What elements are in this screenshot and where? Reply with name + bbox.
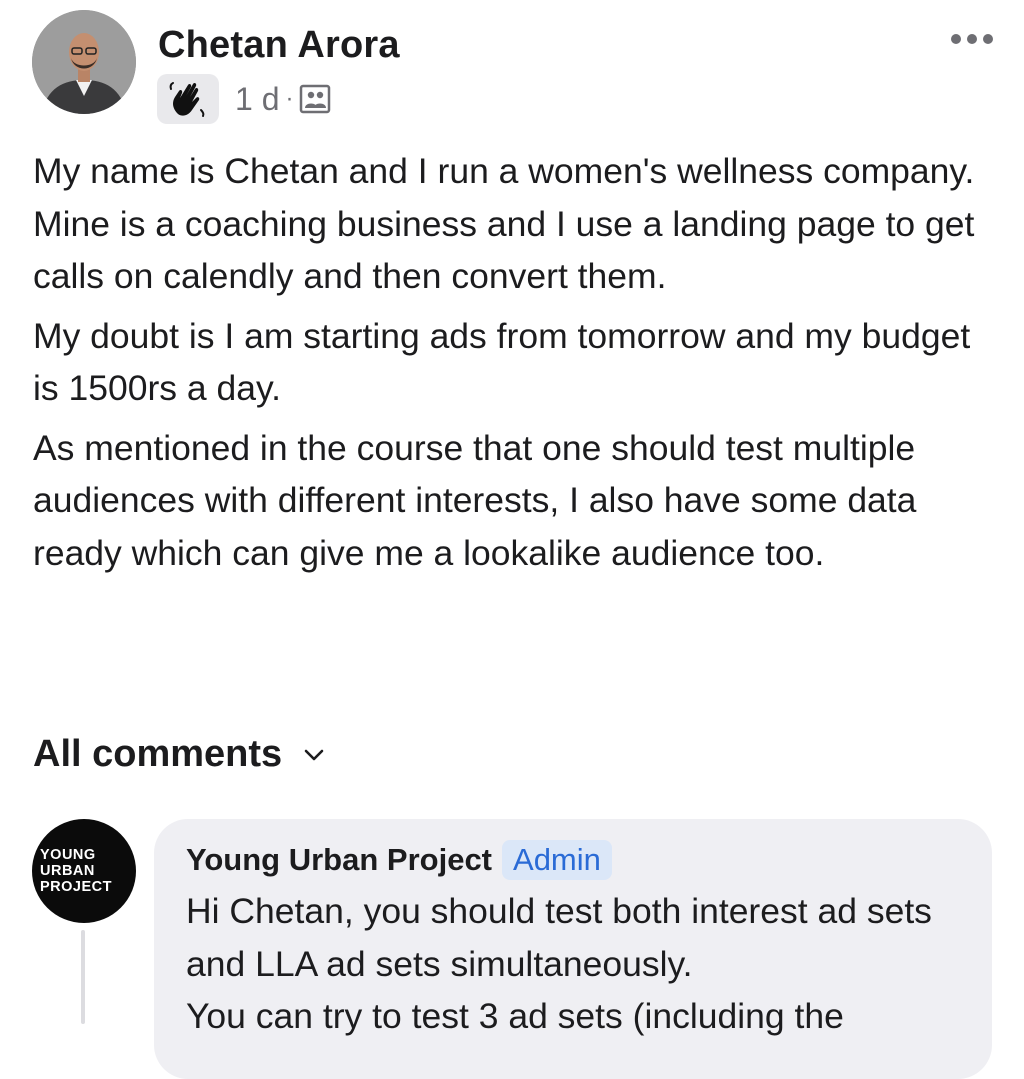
comment-header: Young Urban Project Admin xyxy=(186,840,612,880)
comment-line: Hi Chetan, you should test both interest… xyxy=(186,891,932,984)
avatar-logo-text: PROJECT xyxy=(40,879,112,895)
meta-separator: · xyxy=(285,85,294,112)
commenter-avatar[interactable]: YOUNG URBAN PROJECT xyxy=(32,819,136,923)
member-badge[interactable] xyxy=(157,74,219,124)
author-avatar[interactable] xyxy=(32,10,136,114)
avatar-logo-text: URBAN xyxy=(40,863,95,879)
more-dots-icon xyxy=(951,34,993,44)
post-paragraph: As mentioned in the course that one shou… xyxy=(33,427,917,573)
post-paragraph: My doubt is I am starting ads from tomor… xyxy=(33,315,971,409)
admin-badge: Admin xyxy=(502,840,612,880)
chevron-down-icon xyxy=(304,748,324,762)
post-paragraph: My name is Chetan and I run a women's we… xyxy=(33,151,975,296)
commenter-name[interactable]: Young Urban Project xyxy=(186,842,492,878)
group-members-icon xyxy=(299,84,331,114)
avatar-logo-text: YOUNG xyxy=(40,847,96,863)
thread-line xyxy=(81,930,85,1024)
more-options-button[interactable] xyxy=(946,26,998,52)
comments-sort-toggle[interactable]: All comments xyxy=(33,733,324,776)
waving-hand-icon xyxy=(169,82,205,117)
post-body: My name is Chetan and I run a women's we… xyxy=(33,145,1003,586)
post-author-name[interactable]: Chetan Arora xyxy=(158,24,400,67)
comment-line: You can try to test 3 ad sets (including… xyxy=(186,996,844,1036)
comments-title: All comments xyxy=(33,733,283,775)
comment-text: Hi Chetan, you should test both interest… xyxy=(186,885,976,1043)
post-timestamp[interactable]: 1 d xyxy=(235,81,279,118)
post-meta: 1 d · xyxy=(157,74,331,124)
author-photo xyxy=(32,10,136,114)
